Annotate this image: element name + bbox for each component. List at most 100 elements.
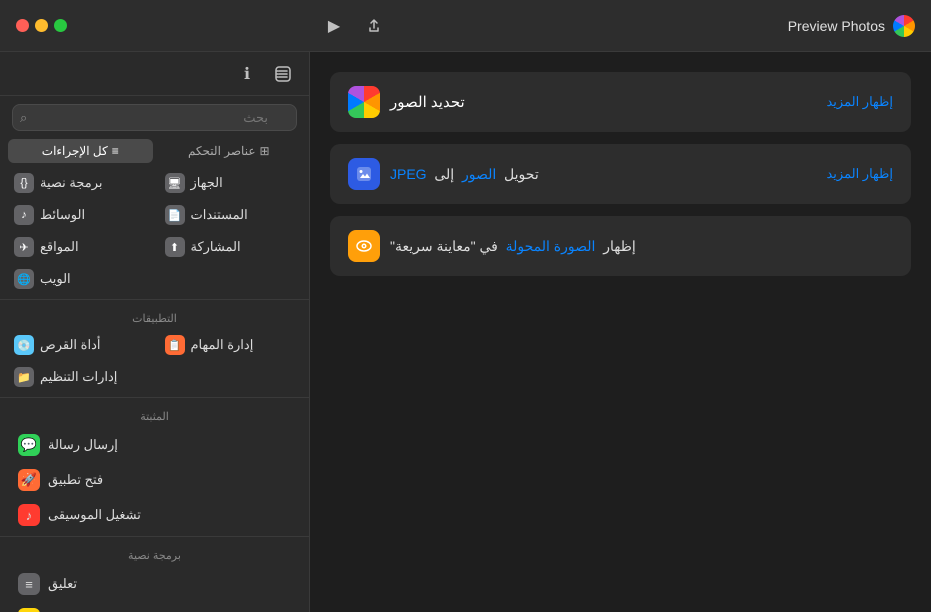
action-2-link2[interactable]: JPEG: [390, 166, 427, 182]
sidebar-scroll: برمجة نصية {} الجهاز 🖥 الوسائط ♪ المستند…: [0, 167, 309, 612]
item-send-message[interactable]: إرسال رسالة 💬: [6, 428, 303, 462]
action-2-right: تحويل الصور إلى JPEG: [348, 158, 539, 190]
documents-label: المستندات: [191, 207, 248, 223]
category-location[interactable]: المواقع ✈: [4, 231, 155, 263]
media-icon: ♪: [14, 205, 34, 225]
location-icon: ✈: [14, 237, 34, 257]
tab-all-actions-icon: ≡: [112, 144, 119, 158]
play-music-icon: ♪: [18, 504, 40, 526]
action-select-photos: إظهار المزيد تحديد الصور: [330, 72, 911, 132]
main-layout: ℹ ⌕ ≡ كل الإجراءات ⊞ عناصر التحكم: [0, 52, 931, 612]
content-area: إظهار المزيد تحديد الصور إظهار المزيد تح…: [310, 52, 931, 612]
web-icon: 🌐: [14, 269, 34, 289]
action-3-link[interactable]: الصورة المحولة: [506, 238, 596, 254]
sidebar-tabs: ≡ كل الإجراءات ⊞ عناصر التحكم: [0, 139, 309, 163]
add-action-button[interactable]: [269, 60, 297, 88]
category-grid: برمجة نصية {} الجهاز 🖥 الوسائط ♪ المستند…: [0, 167, 309, 295]
organizer-icon: 📁: [14, 367, 34, 387]
action-2-middle: إلى: [434, 166, 454, 182]
minimize-button[interactable]: [35, 19, 48, 32]
item-show-result[interactable]: إظهار النتيجة ⊞: [6, 602, 303, 612]
action-show-converted: إظهار الصورة المحولة في "معاينة سريعة": [330, 216, 911, 276]
action-3-prefix: إظهار: [603, 238, 636, 254]
action-1-title: تحديد الصور: [390, 93, 465, 111]
titlebar-right: Preview Photos: [788, 15, 915, 37]
item-open-app[interactable]: فتح تطبيق 🚀: [6, 463, 303, 497]
show-result-icon: ⊞: [18, 608, 40, 612]
tab-controls[interactable]: ⊞ عناصر التحكم: [157, 139, 302, 163]
media-label: الوسائط: [40, 207, 85, 223]
tab-all-actions-label: كل الإجراءات: [42, 144, 108, 158]
tab-all-actions[interactable]: ≡ كل الإجراءات: [8, 139, 153, 163]
category-sharing[interactable]: المشاركة ⬆: [155, 231, 306, 263]
open-app-icon: 🚀: [18, 469, 40, 491]
action-2-link1[interactable]: الصور: [462, 166, 496, 182]
item-play-music[interactable]: تشغيل الموسيقى ♪: [6, 498, 303, 532]
traffic-lights: [16, 19, 67, 32]
info-button[interactable]: ℹ: [233, 60, 261, 88]
send-message-label: إرسال رسالة: [48, 437, 118, 453]
share-button[interactable]: [360, 12, 388, 40]
tab-controls-icon: ⊞: [260, 144, 270, 158]
category-scripting[interactable]: برمجة نصية {}: [4, 167, 155, 199]
maximize-button[interactable]: [54, 19, 67, 32]
divider-apps: [0, 299, 309, 300]
action-3-icon: [348, 230, 380, 262]
category-media[interactable]: الوسائط ♪: [4, 199, 155, 231]
titlebar: ▶ Preview Photos: [0, 0, 931, 52]
item-comment[interactable]: تعليق ≡: [6, 567, 303, 601]
app-task-manager[interactable]: إدارة المهام 📋: [155, 329, 306, 361]
scripting-icon: {}: [14, 173, 34, 193]
search-bar: ⌕: [12, 104, 297, 131]
action-1-right: تحديد الصور: [348, 86, 465, 118]
comment-label: تعليق: [48, 576, 77, 592]
tab-controls-label: عناصر التحكم: [188, 144, 256, 158]
action-3-suffix: في "معاينة سريعة": [390, 238, 498, 254]
category-device[interactable]: الجهاز 🖥: [155, 167, 306, 199]
organizer-label: إدارات التنظيم: [40, 369, 117, 385]
search-icon: ⌕: [20, 110, 27, 126]
play-button[interactable]: ▶: [320, 12, 348, 40]
action-2-icon: [348, 158, 380, 190]
action-1-show-more[interactable]: إظهار المزيد: [826, 94, 893, 110]
scripting-label: برمجة نصية: [40, 175, 103, 191]
action-2-prefix: تحويل: [504, 166, 539, 182]
disk-utility-icon: 💿: [14, 335, 34, 355]
disk-utility-label: أداة القرص: [40, 337, 100, 353]
web-label: الويب: [40, 271, 71, 287]
action-3-right: إظهار الصورة المحولة في "معاينة سريعة": [348, 230, 636, 262]
sharing-icon: ⬆: [165, 237, 185, 257]
task-manager-icon: 📋: [165, 335, 185, 355]
device-icon: 🖥: [165, 173, 185, 193]
location-label: المواقع: [40, 239, 79, 255]
divider-scripting: [0, 536, 309, 537]
action-1-icon: [348, 86, 380, 118]
comment-icon: ≡: [18, 573, 40, 595]
scripting-section-header: برمجة نصية: [0, 541, 309, 566]
documents-icon: 📄: [165, 205, 185, 225]
titlebar-left: [16, 19, 67, 32]
play-music-label: تشغيل الموسيقى: [48, 507, 141, 523]
divider-featured: [0, 397, 309, 398]
app-organizer[interactable]: إدارات التنظيم 📁: [4, 361, 155, 393]
category-documents[interactable]: المستندات 📄: [155, 199, 306, 231]
action-3-title: إظهار الصورة المحولة في "معاينة سريعة": [390, 238, 636, 255]
task-manager-label: إدارة المهام: [191, 337, 254, 353]
action-2-show-more[interactable]: إظهار المزيد: [826, 166, 893, 182]
sidebar-toolbar: ℹ: [0, 52, 309, 96]
apps-grid: أداة القرص 💿 إدارة المهام 📋 إدارات التنظ…: [0, 329, 309, 393]
featured-section-header: المثبتة: [0, 402, 309, 427]
titlebar-actions: ▶: [320, 12, 388, 40]
window-title: Preview Photos: [788, 18, 885, 34]
photos-app-icon: [893, 15, 915, 37]
close-button[interactable]: [16, 19, 29, 32]
action-convert-photos: إظهار المزيد تحويل الصور إلى JPEG: [330, 144, 911, 204]
apps-section-header: التطبيقات: [0, 304, 309, 329]
search-input[interactable]: [12, 104, 297, 131]
category-web[interactable]: الويب 🌐: [4, 263, 155, 295]
device-label: الجهاز: [191, 175, 223, 191]
action-2-title: تحويل الصور إلى JPEG: [390, 166, 539, 183]
open-app-label: فتح تطبيق: [48, 472, 103, 488]
send-message-icon: 💬: [18, 434, 40, 456]
app-disk-utility[interactable]: أداة القرص 💿: [4, 329, 155, 361]
